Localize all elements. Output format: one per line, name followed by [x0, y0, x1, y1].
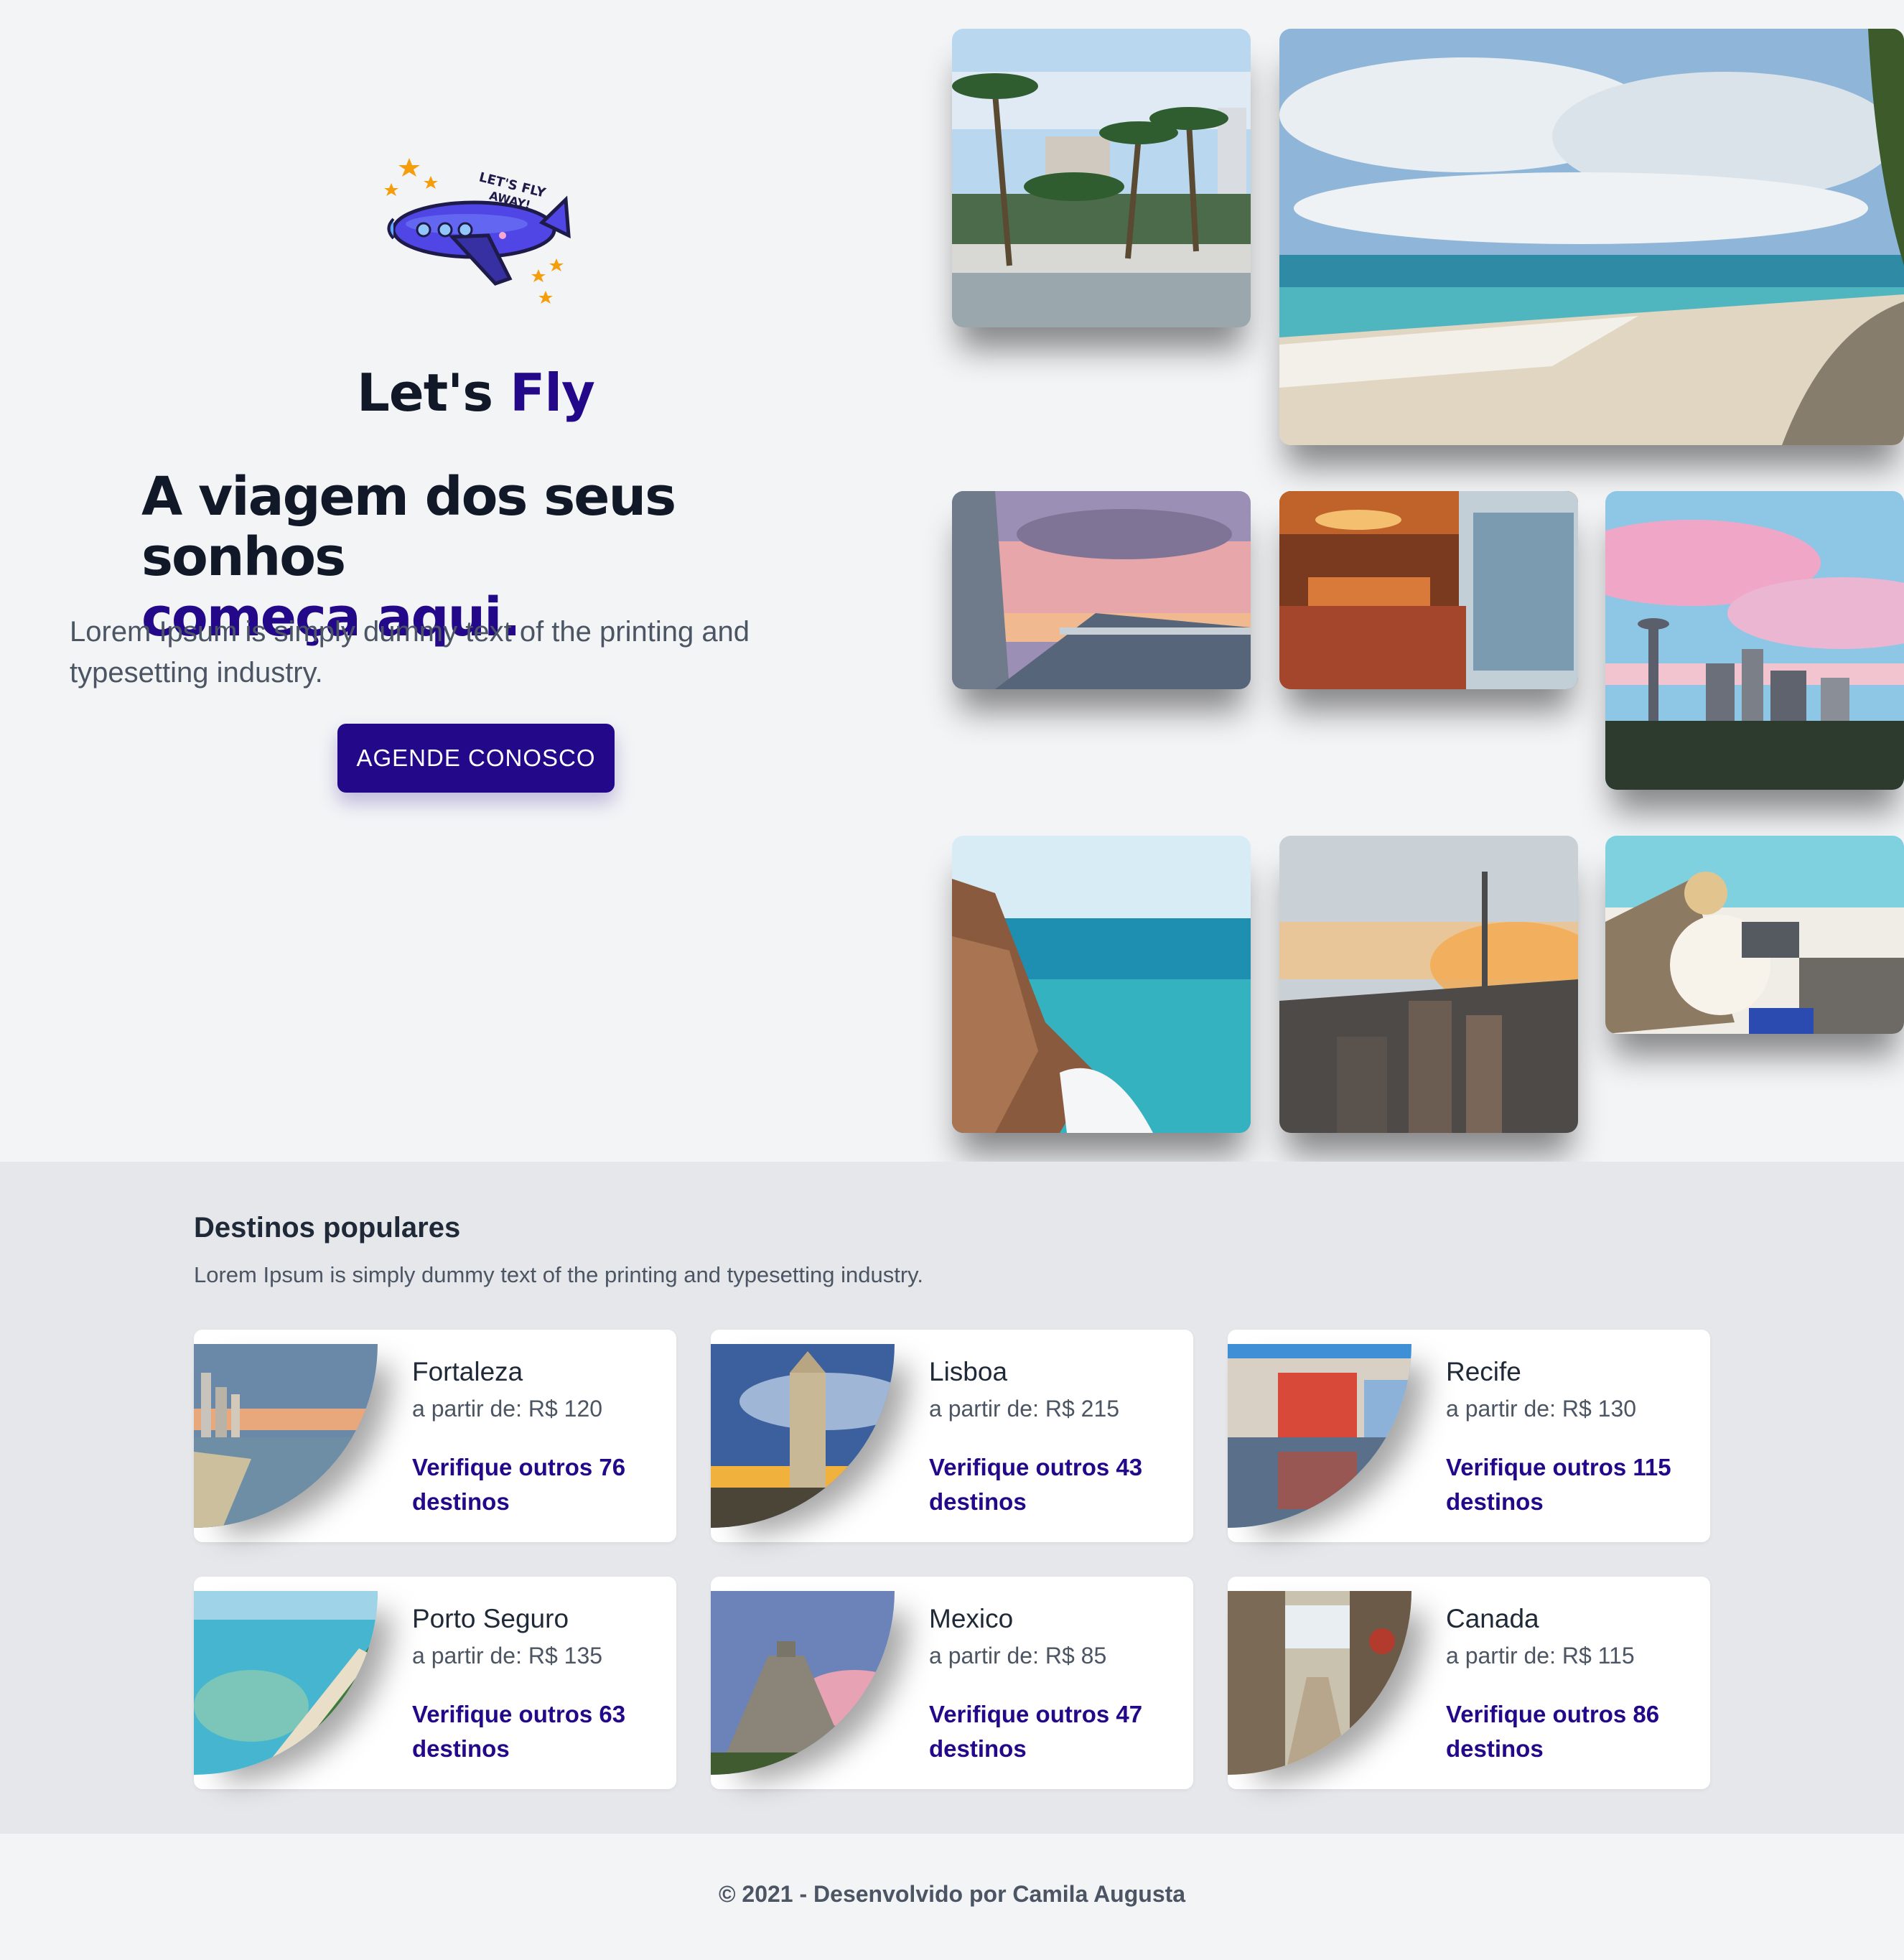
- destination-price: a partir de: R$ 115: [1446, 1643, 1635, 1669]
- schedule-button[interactable]: AGENDE CONOSCO: [337, 724, 615, 793]
- brand-accent: Fly: [510, 363, 595, 423]
- destination-thumbnail: [711, 1344, 895, 1528]
- more-destinations-link[interactable]: Verifique outros 115 destinos: [1446, 1450, 1690, 1519]
- destination-card[interactable]: Lisboa a partir de: R$ 215 Verifique out…: [711, 1330, 1193, 1542]
- destination-thumbnail: [711, 1591, 895, 1775]
- destination-thumbnail: [194, 1591, 378, 1775]
- photo-cliff-ocean: [952, 836, 1251, 1133]
- destination-city: Lisboa: [929, 1357, 1008, 1386]
- footer: © 2021 - Desenvolvido por Camila Augusta: [0, 1834, 1904, 1960]
- airplane-logo: LET'S FLY AWAY!: [381, 151, 574, 309]
- popular-destinations-section: Destinos populares Lorem Ipsum is simply…: [0, 1162, 1904, 1834]
- destination-price: a partir de: R$ 135: [412, 1643, 603, 1669]
- brand-title: Let's Fly: [0, 363, 951, 423]
- destination-city: Canada: [1446, 1604, 1539, 1633]
- destination-city: Mexico: [929, 1604, 1014, 1633]
- destination-price: a partir de: R$ 130: [1446, 1396, 1637, 1422]
- more-destinations-link[interactable]: Verifique outros 43 destinos: [929, 1450, 1173, 1519]
- section-subtitle: Lorem Ipsum is simply dummy text of the …: [194, 1262, 923, 1287]
- destination-city: Porto Seguro: [412, 1604, 569, 1633]
- destination-thumbnail: [1228, 1344, 1411, 1528]
- photo-cabin-interior: [1279, 491, 1578, 689]
- photo-ship-sunset: [952, 491, 1251, 689]
- destination-price: a partir de: R$ 85: [929, 1643, 1107, 1669]
- destination-thumbnail: [194, 1344, 378, 1528]
- destination-thumbnail: [1228, 1591, 1411, 1775]
- destination-price: a partir de: R$ 215: [929, 1396, 1120, 1422]
- destination-card[interactable]: Fortaleza a partir de: R$ 120 Verifique …: [194, 1330, 676, 1542]
- hero-section: LET'S FLY AWAY! Let's Fly A viagem dos s…: [0, 0, 1904, 1162]
- section-title: Destinos populares: [194, 1212, 461, 1243]
- destination-card[interactable]: Canada a partir de: R$ 115 Verifique out…: [1228, 1577, 1710, 1789]
- destination-card[interactable]: Mexico a partir de: R$ 85 Verifique outr…: [711, 1577, 1193, 1789]
- brand-prefix: Let's: [357, 363, 493, 423]
- destination-city: Fortaleza: [412, 1357, 523, 1386]
- photo-toronto-sunset: [1279, 836, 1578, 1133]
- headline-line1: A viagem dos seus sonhos: [141, 466, 676, 588]
- more-destinations-link[interactable]: Verifique outros 76 destinos: [412, 1450, 656, 1519]
- photo-beach-lounger: [1605, 836, 1904, 1034]
- destination-city: Recife: [1446, 1357, 1521, 1386]
- more-destinations-link[interactable]: Verifique outros 47 destinos: [929, 1697, 1173, 1766]
- photo-seattle-skyline: [1605, 491, 1904, 790]
- more-destinations-link[interactable]: Verifique outros 86 destinos: [1446, 1697, 1690, 1766]
- more-destinations-link[interactable]: Verifique outros 63 destinos: [412, 1697, 656, 1766]
- photo-beach-shore: [1279, 29, 1904, 445]
- footer-copyright: © 2021 - Desenvolvido por Camila Augusta: [718, 1881, 1186, 1907]
- destination-card[interactable]: Recife a partir de: R$ 130 Verifique out…: [1228, 1330, 1710, 1542]
- destination-card[interactable]: Porto Seguro a partir de: R$ 135 Verifiq…: [194, 1577, 676, 1789]
- hero-description: Lorem Ipsum is simply dummy text of the …: [70, 616, 750, 689]
- photo-palm-beach: [952, 29, 1251, 327]
- destination-price: a partir de: R$ 120: [412, 1396, 603, 1422]
